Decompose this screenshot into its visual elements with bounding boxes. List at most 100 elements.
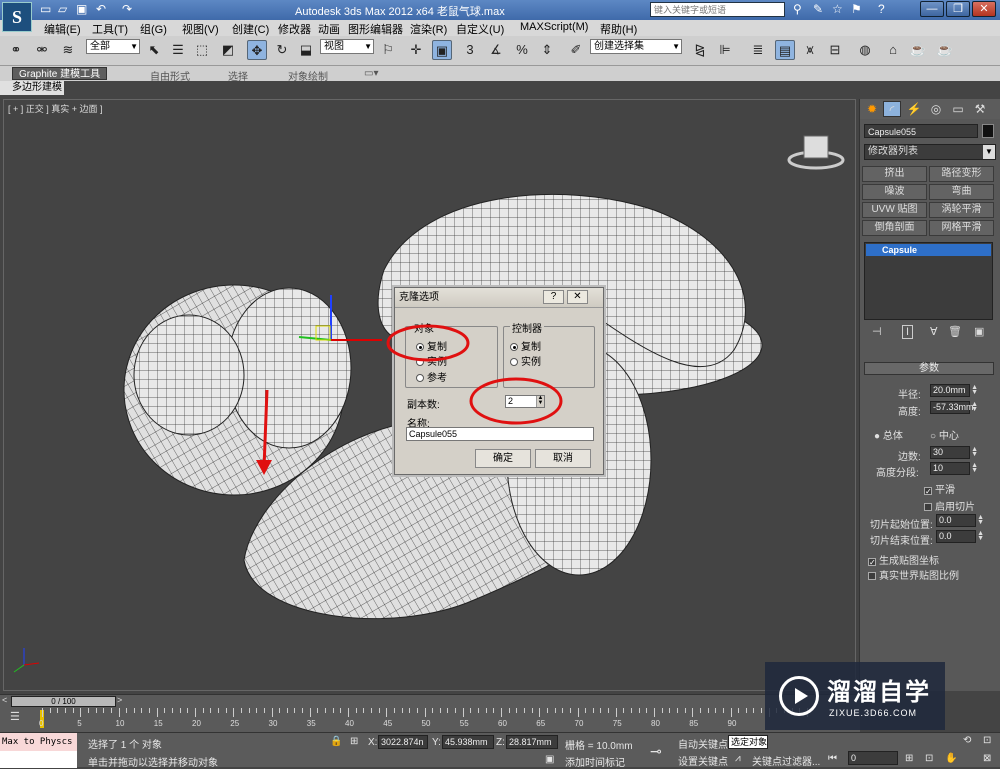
ok-button[interactable]: 确定 — [475, 449, 531, 468]
configure-sets-icon[interactable]: ▣ — [974, 325, 984, 338]
tab-object-paint[interactable]: 对象绘制 — [288, 68, 328, 83]
menu-group[interactable]: 组(G) — [140, 21, 167, 37]
maxscript-mini[interactable] — [0, 751, 77, 768]
absolute-mode-icon[interactable]: ⊞ — [350, 736, 358, 747]
slice-to-spinner[interactable]: 0.0 ▲ ▼ — [936, 530, 984, 543]
maxscript-listener[interactable]: Max to Physcs ( — [0, 733, 77, 765]
remove-modifier-icon[interactable]: 🗑 — [948, 325, 962, 338]
motion-tab-icon[interactable]: ◎ — [927, 101, 945, 117]
select-object-icon[interactable]: ⬉ — [144, 40, 164, 60]
app-logo-icon[interactable]: S — [2, 2, 32, 32]
render-setup-icon[interactable]: ⌂ — [883, 40, 903, 60]
mod-button-extrude[interactable]: 挤出 — [862, 166, 927, 182]
maximize-viewport-icon[interactable]: ⊡ — [983, 735, 991, 746]
unlink-icon[interactable]: ⚮ — [32, 40, 52, 60]
field-of-view-icon[interactable]: ⊠ — [983, 753, 991, 764]
edit-named-sets-icon[interactable]: ✐ — [566, 40, 586, 60]
auto-key-button[interactable]: 自动关键点 — [678, 736, 728, 751]
make-unique-icon[interactable]: ∀ — [930, 325, 938, 338]
parameters-rollout-header[interactable]: 参数 — [864, 362, 994, 375]
snap-toggle-icon[interactable]: 3 — [460, 40, 480, 60]
redo-icon[interactable]: ↷ — [122, 2, 132, 16]
mod-button-noise[interactable]: 噪波 — [862, 184, 927, 200]
align-icon[interactable]: ⊫ — [715, 40, 735, 60]
set-key-button[interactable]: 设置关键点 — [678, 753, 728, 768]
track-bar[interactable]: ☰ 0 5 10 15 20 25 30 35 40 45 50 55 60 65 70 75 80 85 90 — [0, 708, 860, 732]
selection-filter-dropdown[interactable]: 全部 ▼ — [86, 39, 140, 54]
save-icon[interactable]: ▣ — [76, 2, 87, 16]
reference-coord-dropdown[interactable]: 视图 ▼ — [320, 39, 374, 54]
select-move-icon[interactable]: ✥ — [247, 40, 267, 60]
smooth-checkbox[interactable]: ✓ 平滑 — [924, 481, 955, 496]
radio-overall[interactable]: ● 总体 — [874, 427, 903, 442]
close-button[interactable]: ✕ — [972, 1, 996, 17]
create-tab-icon[interactable]: ✹ — [863, 101, 881, 117]
slice-on-checkbox[interactable]: 启用切片 — [924, 498, 975, 513]
radio-copy[interactable]: 复制 — [416, 338, 447, 353]
slice-from-spinner[interactable]: 0.0 ▲ ▼ — [936, 514, 984, 527]
help-icon[interactable]: ? — [878, 2, 885, 16]
go-to-start-icon[interactable]: ⏮ — [828, 753, 837, 764]
dialog-close-button[interactable]: ✕ — [567, 290, 588, 304]
mod-button-path-deform[interactable]: 路径变形 — [929, 166, 994, 182]
pin-icon[interactable]: ⚑ — [851, 2, 862, 16]
select-by-name-icon[interactable]: ☰ — [168, 40, 188, 60]
search-input[interactable]: 键入关键字或短语 — [650, 2, 785, 17]
name-field[interactable]: Capsule055 — [406, 427, 594, 441]
zoom-extents-icon[interactable]: ⊡ — [925, 753, 933, 764]
menu-create[interactable]: 创建(C) — [232, 21, 269, 37]
prev-frame-icon[interactable]: < — [2, 695, 7, 705]
menu-modifiers[interactable]: 修改器 — [278, 21, 311, 37]
select-scale-icon[interactable]: ⬓ — [296, 40, 316, 60]
maximize-button[interactable]: ❐ — [946, 1, 970, 17]
spinner-snap-icon[interactable]: ⇕ — [537, 40, 557, 60]
curve-editor-mini-icon[interactable]: ☰ — [10, 710, 20, 723]
mod-button-bend[interactable]: 弯曲 — [929, 184, 994, 200]
keyboard-shortcut-icon[interactable]: ▣ — [432, 40, 452, 60]
time-slider[interactable]: < 0 / 100 > — [0, 694, 860, 708]
ribbon-options-icon[interactable]: ▭▾ — [364, 68, 378, 79]
menu-maxscript[interactable]: MAXScript(M) — [520, 21, 588, 33]
spinner-arrows-icon[interactable]: ▲ ▼ — [971, 401, 978, 413]
pivot-center-icon[interactable]: ⚐ — [378, 40, 398, 60]
menu-animation[interactable]: 动画 — [318, 21, 340, 37]
next-frame-icon[interactable]: > — [117, 695, 122, 705]
modifier-list-dropdown[interactable]: 修改器列表 ▼ — [864, 144, 996, 160]
named-selection-dropdown[interactable]: 创建选择集 ▼ — [590, 39, 682, 54]
radius-spinner[interactable]: 20.0mm ▲ ▼ — [930, 384, 978, 397]
capsule-mesh[interactable] — [226, 287, 352, 449]
rect-selection-icon[interactable]: ⬚ — [192, 40, 212, 60]
radio-controller-copy[interactable]: 复制 — [510, 338, 541, 353]
tab-graphite[interactable]: Graphite 建模工具 — [12, 67, 108, 80]
spinner-arrows-icon[interactable]: ▲ ▼ — [977, 514, 984, 526]
select-rotate-icon[interactable]: ↻ — [272, 40, 292, 60]
viewcube-icon[interactable] — [786, 130, 846, 170]
y-coordinate-field[interactable]: 45.938mm — [442, 735, 494, 749]
rendered-frame-icon[interactable]: ☕ — [908, 40, 928, 60]
polygon-modeling-panel[interactable]: 多边形建模 — [0, 81, 64, 95]
key-filters-button[interactable]: 关键点过滤器... — [752, 753, 820, 768]
spinner-arrows-icon[interactable]: ▲ ▼ — [971, 384, 978, 396]
lock-icon[interactable]: 🔒 — [330, 736, 342, 747]
key-filter-icon[interactable]: ⩘ — [735, 753, 741, 764]
graphite-toggle-icon[interactable]: ▤ — [775, 40, 795, 60]
height-segments-spinner[interactable]: 10 ▲ ▼ — [930, 462, 978, 475]
modify-tab-icon[interactable]: ◜ — [883, 101, 901, 117]
hierarchy-tab-icon[interactable]: ⚡ — [905, 101, 923, 117]
star-icon[interactable]: ☆ — [832, 2, 843, 16]
radio-center[interactable]: ○ 中心 — [930, 427, 959, 442]
spinner-arrows-icon[interactable]: ▲ ▼ — [971, 462, 978, 474]
time-config-icon[interactable]: ⊞ — [905, 753, 913, 764]
pan-view-icon[interactable]: ✋ — [945, 753, 957, 764]
manipulate-icon[interactable]: ✛ — [406, 40, 426, 60]
bind-space-warp-icon[interactable]: ≋ — [58, 40, 78, 60]
mod-button-meshsmooth[interactable]: 网格平滑 — [929, 220, 994, 236]
window-crossing-icon[interactable]: ◩ — [218, 40, 238, 60]
menu-edit[interactable]: 编辑(E) — [44, 21, 81, 37]
menu-graph-editors[interactable]: 图形编辑器 — [348, 21, 403, 37]
current-frame-field[interactable]: 0 — [848, 751, 898, 765]
minimize-button[interactable]: — — [920, 1, 944, 17]
utilities-tab-icon[interactable]: ⚒ — [971, 101, 989, 117]
link-icon[interactable]: ⚭ — [6, 40, 26, 60]
spinner-arrows-icon[interactable]: ▲ ▼ — [977, 530, 984, 542]
